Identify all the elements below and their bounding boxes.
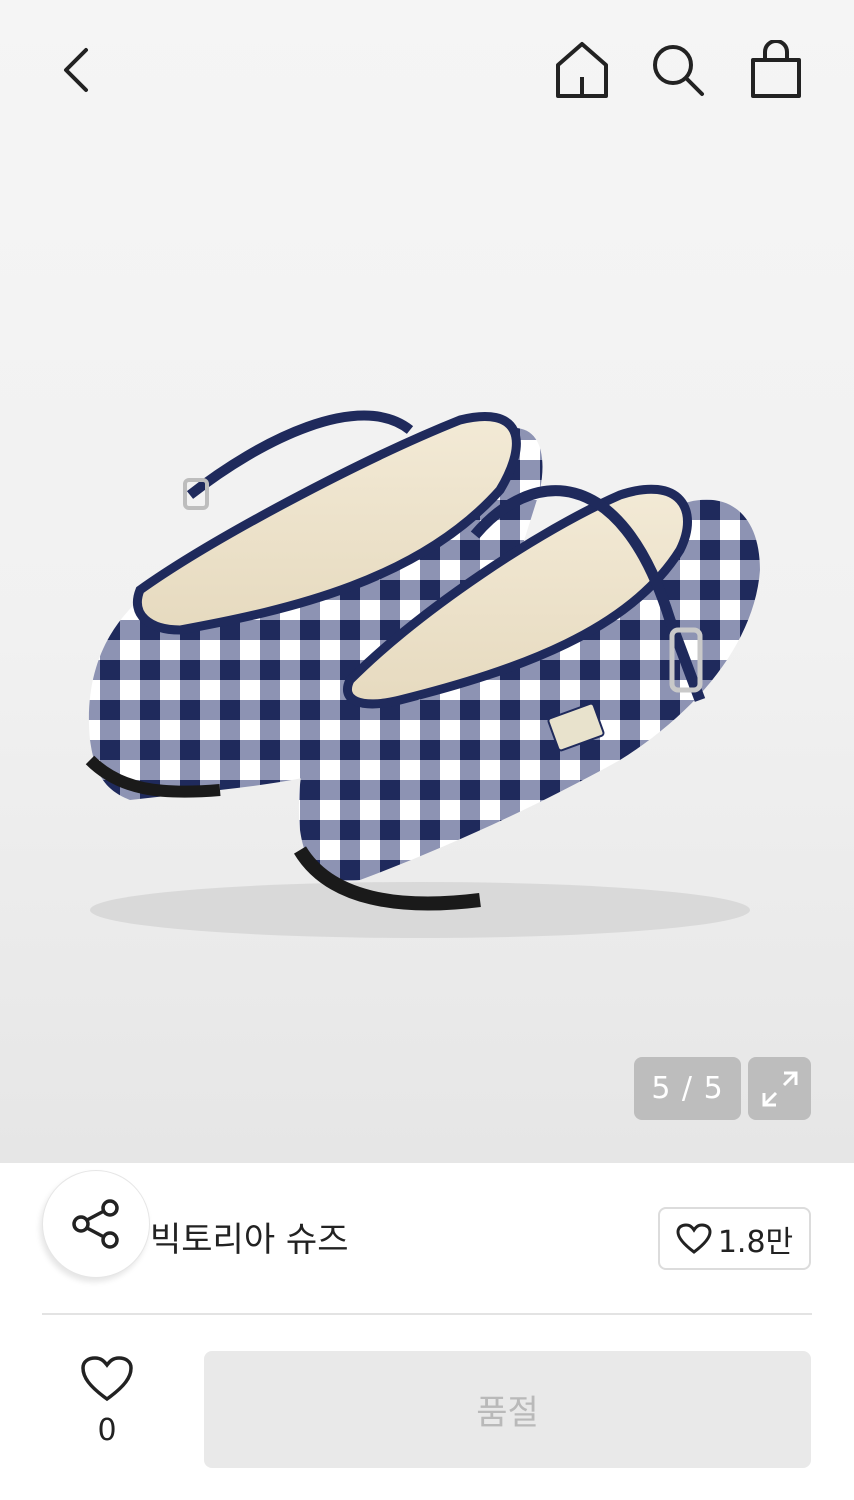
search-button[interactable] [646, 38, 710, 102]
wishlist-count: 1.8만 [717, 1224, 794, 1260]
product-detail-page: 5 / 5 빅토리아 슈즈 1.8만 0 품절 [0, 0, 854, 1500]
chevron-left-icon [64, 48, 88, 92]
home-button[interactable] [550, 38, 614, 102]
product-image [85, 410, 760, 938]
wishlist-count-button[interactable]: 1.8만 [658, 1207, 811, 1270]
section-divider [42, 1313, 812, 1315]
share-button[interactable] [42, 1170, 150, 1278]
heart-icon [676, 1222, 712, 1254]
home-icon [556, 42, 608, 98]
bottom-like-count: 0 [97, 1413, 117, 1448]
sold-out-button[interactable]: 품절 [204, 1351, 811, 1468]
top-navigation-bar [0, 0, 854, 140]
expand-icon [762, 1071, 797, 1106]
search-icon [653, 45, 704, 96]
image-counter: 5 / 5 [634, 1057, 741, 1120]
bottom-like-button[interactable]: 0 [62, 1355, 152, 1465]
share-icon [72, 1199, 119, 1249]
product-image-gallery[interactable]: 5 / 5 [0, 0, 854, 1163]
expand-image-button[interactable] [748, 1057, 811, 1120]
heart-icon [81, 1356, 133, 1402]
shopping-bag-icon [751, 40, 801, 98]
shopping-bag-button[interactable] [744, 38, 808, 102]
back-button[interactable] [46, 40, 106, 100]
product-name: 빅토리아 슈즈 [150, 1220, 349, 1260]
